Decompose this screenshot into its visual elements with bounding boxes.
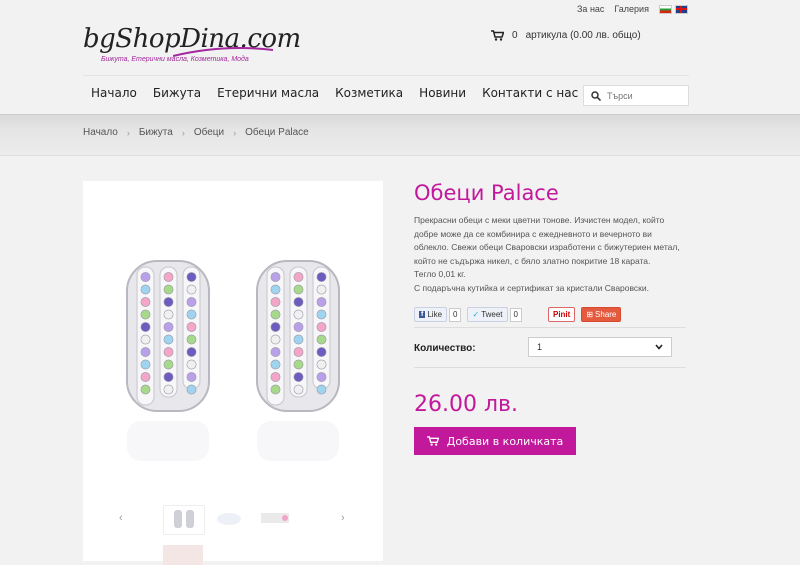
thumbnail-3[interactable] (255, 505, 295, 533)
like-count: 0 (449, 307, 462, 322)
nav-item-cosmetics[interactable]: Козметика (327, 86, 411, 100)
thumbnail-4[interactable] (163, 545, 203, 565)
divider (414, 367, 686, 368)
search-icon[interactable] (591, 90, 601, 101)
gift-note: С подаръчна кутийка и сертификат за крис… (414, 282, 650, 293)
logo-tagline: Бижута, Етерични масла, Козметика, Мода (101, 56, 249, 63)
nav-item-home[interactable]: Начало (83, 86, 145, 100)
about-link[interactable]: За нас (577, 4, 604, 14)
pinit-button[interactable]: Pinit (547, 307, 576, 322)
bulgarian-flag-icon[interactable] (658, 4, 672, 14)
cart-text: артикула (0.00 лв. общо) (525, 30, 641, 41)
add-to-cart-label: Добави в количката (446, 434, 564, 448)
top-links: За нас Галерия (577, 4, 688, 14)
tweet-count: 0 (509, 307, 522, 322)
gallery-link[interactable]: Галерия (614, 4, 649, 14)
description-text: Прекрасни обеци с меки цветни тонове. Из… (414, 215, 680, 266)
breadcrumb-current: Обеци Palace (245, 127, 309, 138)
facebook-like-button[interactable]: f Like (414, 307, 448, 322)
breadcrumb: Начало › Бижута › Обеци › Обеци Palace (83, 127, 309, 138)
facebook-icon: f (419, 311, 426, 318)
product-image[interactable] (83, 181, 383, 481)
thumbnail-2[interactable] (209, 505, 249, 533)
share-icon: ⊞ (586, 310, 594, 319)
breadcrumb-home[interactable]: Начало (83, 127, 118, 138)
nav-item-jewelry[interactable]: Бижута (145, 86, 209, 100)
main-nav: Начало Бижута Етерични масла Козметика Н… (83, 86, 586, 100)
twitter-icon: ✓ (472, 310, 480, 319)
product-description: Прекрасни обеци с меки цветни тонове. Из… (414, 214, 684, 295)
product-price: 26.00 лв. (414, 392, 518, 417)
nav-item-essential-oils[interactable]: Етерични масла (209, 86, 327, 100)
tweet-label: Tweet (481, 310, 503, 319)
nav-item-news[interactable]: Новини (411, 86, 474, 100)
chevron-left-icon[interactable]: ‹ (119, 512, 123, 524)
share-button[interactable]: ⊞ Share (581, 307, 622, 322)
breadcrumb-earrings[interactable]: Обеци (194, 127, 224, 138)
chevron-right-icon[interactable]: › (341, 512, 345, 524)
breadcrumb-jewelry[interactable]: Бижута (139, 127, 173, 138)
search-box (583, 85, 689, 106)
tweet-button[interactable]: ✓ Tweet (467, 307, 508, 322)
add-to-cart-button[interactable]: Добави в количката (414, 427, 576, 455)
product-title: Обеци Palace (414, 181, 559, 205)
social-buttons: f Like 0 ✓ Tweet 0 Pinit ⊞ Share (414, 307, 622, 322)
header-divider (83, 75, 689, 76)
breadcrumb-separator-icon: › (181, 127, 185, 138)
cart-icon (426, 436, 439, 446)
nav-item-contacts[interactable]: Контакти с нас (474, 86, 586, 100)
quantity-value: 1 (537, 342, 543, 352)
divider (414, 327, 686, 328)
share-label: Share (595, 310, 617, 319)
cart-icon (491, 30, 504, 41)
cart-summary[interactable]: 0 артикула (0.00 лв. общо) (491, 30, 641, 41)
logo[interactable]: bgShopDina.com Бижута, Етерични масла, К… (83, 22, 301, 70)
thumbnail-1[interactable] (163, 505, 205, 535)
product-image-panel (83, 181, 383, 561)
search-input[interactable] (607, 90, 685, 101)
breadcrumb-separator-icon: › (126, 127, 130, 138)
cart-count: 0 (512, 30, 518, 41)
breadcrumb-separator-icon: › (233, 127, 237, 138)
chevron-down-icon (655, 344, 663, 350)
english-flag-icon[interactable] (674, 4, 688, 14)
like-label: Like (427, 310, 443, 319)
quantity-select[interactable]: 1 (528, 337, 672, 357)
quantity-label: Количество: (414, 343, 476, 354)
product-weight: Тегло 0,01 кг. (414, 269, 466, 279)
